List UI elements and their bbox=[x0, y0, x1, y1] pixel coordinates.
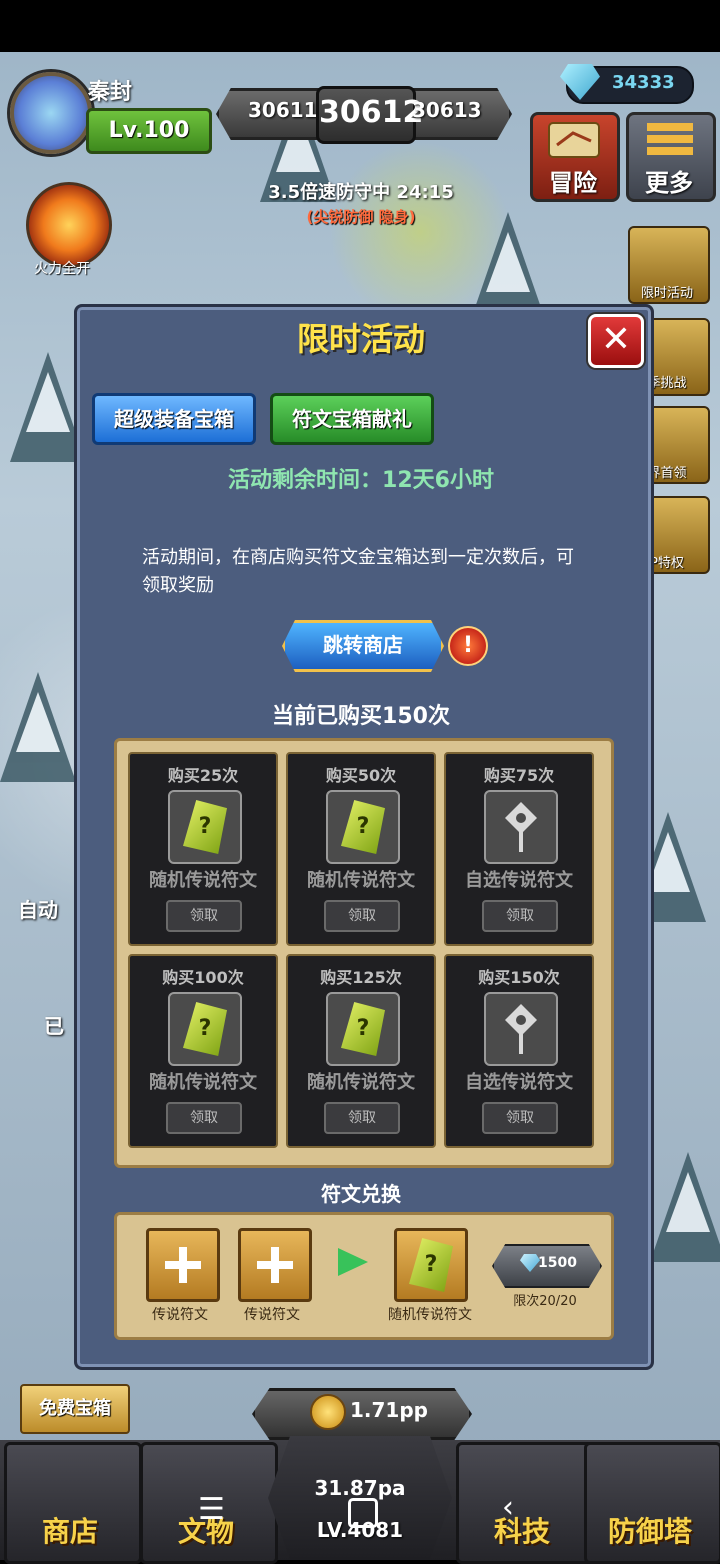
question-mark-icon: ? bbox=[356, 1016, 370, 1041]
nav-shop-label: 商店 bbox=[41, 1515, 98, 1548]
more-label: 更多 bbox=[645, 169, 693, 197]
menu-icon[interactable]: ☰ bbox=[198, 1492, 225, 1527]
status-label-partial: 已 bbox=[44, 1014, 64, 1038]
reward-name: 自选传说符文 bbox=[465, 1072, 573, 1093]
reward-slot bbox=[484, 790, 558, 864]
reward-slot bbox=[484, 992, 558, 1066]
snow-tree bbox=[0, 672, 76, 782]
free-chest-button[interactable]: 免费宝箱 bbox=[20, 1384, 130, 1434]
nav-defense-tower-label: 防御塔 bbox=[607, 1515, 692, 1548]
reward-name: 自选传说符文 bbox=[465, 870, 573, 891]
claim-button[interactable]: 领取 bbox=[324, 900, 400, 932]
question-mark-icon: ? bbox=[356, 814, 370, 839]
rune-output-slot: ? bbox=[394, 1228, 468, 1302]
rune-output-label: 随机传说符文 bbox=[388, 1307, 472, 1323]
reward-slot: ? bbox=[168, 790, 242, 864]
warning-icon[interactable]: ! bbox=[448, 626, 488, 666]
reward-requirement: 购买25次 bbox=[167, 766, 239, 785]
reward-cell: 购买25次 ? 随机传说符文 领取 bbox=[128, 752, 278, 946]
firepower-button[interactable] bbox=[26, 182, 112, 268]
snow-tree bbox=[650, 1152, 720, 1262]
tab-rune-chest-gift[interactable]: 符文宝箱献礼 bbox=[270, 393, 434, 445]
reward-name: 随机传说符文 bbox=[307, 1072, 415, 1093]
back-icon[interactable]: ‹ bbox=[502, 1490, 514, 1525]
reward-slot: ? bbox=[326, 790, 400, 864]
question-mark-icon: ? bbox=[424, 1252, 438, 1277]
reward-slot: ? bbox=[168, 992, 242, 1066]
claim-button[interactable]: 领取 bbox=[324, 1102, 400, 1134]
reward-cell: 购买50次 ? 随机传说符文 领取 bbox=[286, 752, 436, 946]
defense-buffs: (尖锐防御 隐身) bbox=[306, 208, 416, 226]
claim-button[interactable]: 领取 bbox=[166, 900, 242, 932]
hero-power: 31.87pa bbox=[314, 1476, 406, 1500]
reward-requirement: 购买50次 bbox=[325, 766, 397, 785]
claim-button[interactable]: 领取 bbox=[166, 1102, 242, 1134]
reward-requirement: 购买125次 bbox=[320, 968, 402, 987]
nav-tech-label: 科技 bbox=[493, 1515, 550, 1548]
reward-name: 随机传说符文 bbox=[307, 870, 415, 891]
event-remaining-time: 活动剩余时间：12天6小时 bbox=[228, 468, 494, 493]
menu-list-icon bbox=[647, 123, 693, 155]
auto-label-partial: 自动 bbox=[18, 898, 58, 922]
reward-cell: 购买100次 ? 随机传说符文 领取 bbox=[128, 954, 278, 1148]
rune-input-slot-2[interactable] bbox=[238, 1228, 312, 1302]
tab-super-equipment-chest[interactable]: 超级装备宝箱 bbox=[92, 393, 256, 445]
reward-name: 随机传说符文 bbox=[149, 1072, 257, 1093]
purchase-count: 当前已购买150次 bbox=[272, 704, 450, 729]
reward-cell: 购买75次 自选传说符文 领取 bbox=[444, 752, 594, 946]
close-button[interactable]: ✕ bbox=[588, 314, 644, 368]
rune-input-label-2: 传说符文 bbox=[244, 1307, 300, 1323]
question-mark-icon: ? bbox=[198, 1016, 212, 1041]
adventure-label: 冒险 bbox=[549, 169, 597, 197]
plus-icon bbox=[257, 1247, 293, 1283]
more-button[interactable]: 更多 bbox=[626, 112, 716, 202]
go-to-shop-button[interactable]: 跳转商店 bbox=[282, 620, 444, 672]
home-icon[interactable] bbox=[348, 1498, 378, 1528]
question-mark-icon: ? bbox=[198, 814, 212, 839]
side-limited-event-label: 限时活动 bbox=[640, 286, 693, 301]
crown-coin-icon bbox=[310, 1394, 346, 1430]
dialog-title: 限时活动 bbox=[296, 320, 425, 358]
reward-cell: 购买150次 自选传说符文 领取 bbox=[444, 954, 594, 1148]
event-description: 活动期间，在商店购买符文金宝箱达到一定次数后，可领取奖励 bbox=[142, 547, 574, 596]
pp-rate: 1.71pp bbox=[350, 1398, 428, 1422]
adventure-button[interactable]: 冒险 bbox=[530, 112, 620, 202]
reward-cell: 购买125次 ? 随机传说符文 领取 bbox=[286, 954, 436, 1148]
claim-button[interactable]: 领取 bbox=[482, 1102, 558, 1134]
reward-slot: ? bbox=[326, 992, 400, 1066]
map-scroll-icon bbox=[548, 122, 600, 158]
player-level-badge: Lv.100 bbox=[86, 108, 212, 154]
reward-requirement: 购买150次 bbox=[478, 968, 560, 987]
player-name: 秦封 bbox=[88, 80, 133, 105]
selectable-rune-icon bbox=[505, 1004, 537, 1054]
wave-prev: 30611 bbox=[248, 98, 318, 122]
rune-input-label-1: 传说符文 bbox=[152, 1307, 208, 1323]
plus-icon bbox=[165, 1247, 201, 1283]
defense-speed-status: 3.5倍速防守中 24:15 bbox=[268, 182, 454, 203]
reward-requirement: 购买100次 bbox=[162, 968, 244, 987]
reward-name: 随机传说符文 bbox=[149, 870, 257, 891]
rune-input-slot-1[interactable] bbox=[146, 1228, 220, 1302]
rune-exchange-title: 符文兑换 bbox=[321, 1182, 401, 1206]
arrow-right-icon bbox=[338, 1248, 368, 1276]
player-avatar[interactable] bbox=[10, 72, 92, 154]
wave-next: 30613 bbox=[412, 98, 482, 122]
gem-amount: 34333 bbox=[612, 72, 675, 93]
reward-requirement: 购买75次 bbox=[483, 766, 555, 785]
selectable-rune-icon bbox=[505, 802, 537, 852]
firepower-label: 火力全开 bbox=[34, 261, 90, 277]
wave-current: 30612 bbox=[316, 86, 423, 144]
exchange-limit: 限次20/20 bbox=[513, 1294, 577, 1309]
exchange-price: 1500 bbox=[538, 1255, 577, 1271]
claim-button[interactable]: 领取 bbox=[482, 900, 558, 932]
